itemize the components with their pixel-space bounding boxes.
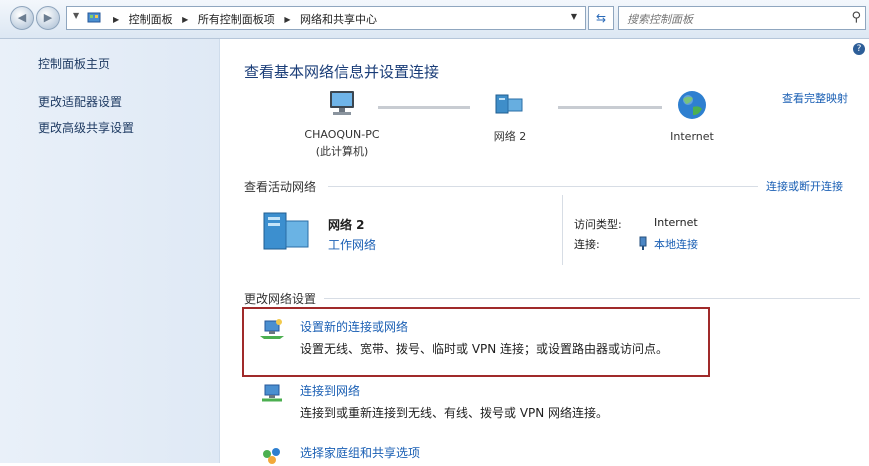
internet-name: Internet (670, 130, 714, 143)
setup-connection-link[interactable]: 设置新的连接或网络 (300, 318, 408, 335)
back-button[interactable]: ◀ (10, 6, 34, 30)
section-divider (324, 298, 860, 299)
map-node-internet[interactable]: Internet (652, 89, 732, 143)
address-toolbar: ◀ ▶ ▼ ▶ 控制面板 ▶ 所有控制面板项 ▶ 网络和共享中心 ▼ ⇆ ⚲ (0, 0, 869, 39)
map-node-network[interactable]: 网络 2 (470, 89, 550, 144)
work-network-icon[interactable] (262, 207, 312, 251)
homegroup-link[interactable]: 选择家庭组和共享选项 (300, 444, 420, 461)
full-map-link[interactable]: 查看完整映射 (782, 90, 848, 106)
sidebar-item-advanced-sharing[interactable]: 更改高级共享设置 (38, 119, 134, 136)
network-name: 网络 2 (493, 130, 527, 143)
change-settings-header: 更改网络设置 (244, 292, 317, 306)
network-icon (495, 94, 523, 114)
control-panel-icon (87, 12, 101, 23)
help-icon[interactable]: ? (853, 43, 865, 55)
connect-disconnect-link[interactable]: 连接或断开连接 (766, 178, 843, 194)
section-divider (328, 186, 758, 187)
computer-icon (330, 91, 354, 115)
connection-label: 连接: (574, 238, 600, 251)
active-network-name: 网络 2 (328, 218, 365, 232)
breadcrumb-separator-icon[interactable]: ▶ (182, 15, 188, 24)
computer-sub: (此计算机) (315, 145, 369, 158)
refresh-button[interactable]: ⇆ (588, 6, 614, 30)
main-content: ? 查看基本网络信息并设置连接 查看完整映射 CHAOQUN-PC (此计算机)… (220, 39, 869, 464)
refresh-icon: ⇆ (595, 11, 607, 25)
breadcrumb-network-center[interactable]: 网络和共享中心 (300, 13, 377, 26)
map-connector-line (378, 106, 470, 109)
vertical-divider (562, 195, 563, 265)
breadcrumb-separator-icon: ▶ (113, 15, 120, 24)
active-networks-header: 查看活动网络 (244, 180, 317, 194)
setup-network-icon (260, 319, 284, 339)
breadcrumb: ▶ 控制面板 ▶ 所有控制面板项 ▶ 网络和共享中心 (107, 11, 377, 27)
forward-button[interactable]: ▶ (36, 6, 60, 30)
search-icon[interactable]: ⚲ (851, 10, 861, 25)
local-connection-link[interactable]: 本地连接 (654, 236, 698, 252)
access-type-label: 访问类型: (574, 218, 622, 231)
page-title: 查看基本网络信息并设置连接 (244, 63, 440, 81)
breadcrumb-all-items[interactable]: 所有控制面板项 (198, 13, 275, 26)
connect-network-desc: 连接到或重新连接到无线、有线、拨号或 VPN 网络连接。 (300, 406, 609, 420)
computer-name: CHAOQUN-PC (304, 128, 380, 141)
recent-pages-dropdown[interactable]: ▼ (73, 11, 79, 20)
map-node-computer[interactable]: CHAOQUN-PC (此计算机) (292, 89, 392, 159)
internet-globe-icon (678, 91, 706, 119)
setup-connection-desc: 设置无线、宽带、拨号、临时或 VPN 连接；或设置路由器或访问点。 (300, 342, 669, 356)
breadcrumb-separator-icon[interactable]: ▶ (284, 15, 290, 24)
network-type-link[interactable]: 工作网络 (328, 236, 376, 253)
sidebar: 控制面板主页 更改适配器设置 更改高级共享设置 (0, 39, 220, 463)
address-history-dropdown[interactable]: ▼ (571, 12, 577, 21)
search-box[interactable]: ⚲ (618, 6, 866, 30)
map-connector-line (558, 106, 662, 109)
address-bar[interactable]: ▼ ▶ 控制面板 ▶ 所有控制面板项 ▶ 网络和共享中心 ▼ (66, 6, 586, 30)
search-input[interactable] (625, 10, 829, 28)
connect-network-icon (262, 384, 282, 402)
sidebar-item-control-panel-home[interactable]: 控制面板主页 (38, 55, 110, 72)
sidebar-item-adapter-settings[interactable]: 更改适配器设置 (38, 93, 122, 110)
local-connection-icon (639, 236, 647, 250)
breadcrumb-control-panel[interactable]: 控制面板 (129, 13, 173, 26)
access-type-value: Internet (654, 216, 698, 229)
connect-network-link[interactable]: 连接到网络 (300, 382, 360, 399)
